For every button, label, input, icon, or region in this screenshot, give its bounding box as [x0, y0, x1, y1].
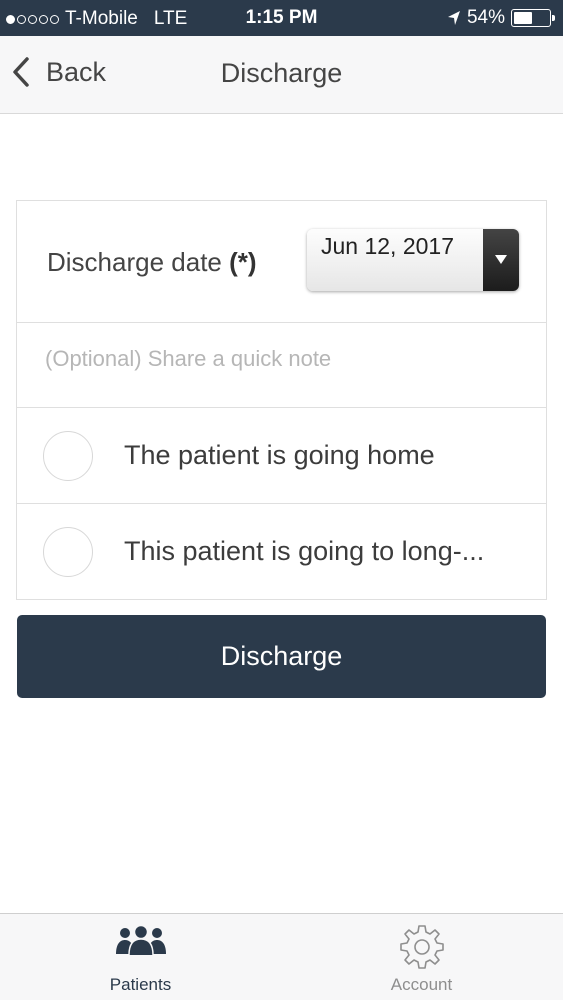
- battery-percent: 54%: [466, 7, 505, 28]
- tab-patients[interactable]: Patients: [0, 914, 281, 1000]
- status-bar: T-Mobile LTE 1:15 PM 54%: [0, 0, 563, 36]
- caret-down-icon: [495, 255, 507, 264]
- battery-icon: [511, 9, 555, 27]
- tab-label-account: Account: [390, 975, 453, 994]
- note-input[interactable]: [45, 339, 515, 379]
- radio-long-term[interactable]: [43, 527, 93, 577]
- tab-label-patients: Patients: [109, 975, 172, 994]
- note-row: [17, 323, 546, 408]
- option-long-term[interactable]: This patient is going to long-...: [17, 504, 546, 601]
- date-label-text: Discharge date: [47, 247, 222, 277]
- option-going-home[interactable]: The patient is going home: [17, 408, 546, 504]
- option-label-going-home[interactable]: The patient is going home: [124, 440, 435, 471]
- tab-account[interactable]: Account: [281, 914, 562, 1000]
- navigation-bar: Back Discharge: [0, 36, 563, 114]
- tab-bar: Patients Account: [0, 913, 563, 1000]
- option-label-long-term[interactable]: This patient is going to long-...: [124, 536, 484, 567]
- required-marker: (*): [229, 247, 257, 277]
- gear-icon: [281, 924, 562, 970]
- discharge-date-row: Discharge date (*) Jun 12, 2017: [17, 201, 546, 323]
- discharge-date-label: Discharge date (*): [47, 247, 257, 278]
- discharge-form: Discharge date (*) Jun 12, 2017 The pati…: [16, 200, 547, 600]
- radio-going-home[interactable]: [43, 431, 93, 481]
- patients-icon: [0, 924, 281, 956]
- page-title: Discharge: [220, 58, 343, 88]
- battery-fill: [514, 12, 533, 24]
- date-value: Jun 12, 2017: [321, 233, 455, 259]
- location-arrow-icon: [447, 11, 460, 25]
- status-right: 54%: [447, 7, 555, 29]
- discharge-button[interactable]: Discharge: [17, 615, 546, 698]
- dropdown-toggle[interactable]: [483, 229, 519, 291]
- discharge-date-picker[interactable]: Jun 12, 2017: [307, 229, 519, 291]
